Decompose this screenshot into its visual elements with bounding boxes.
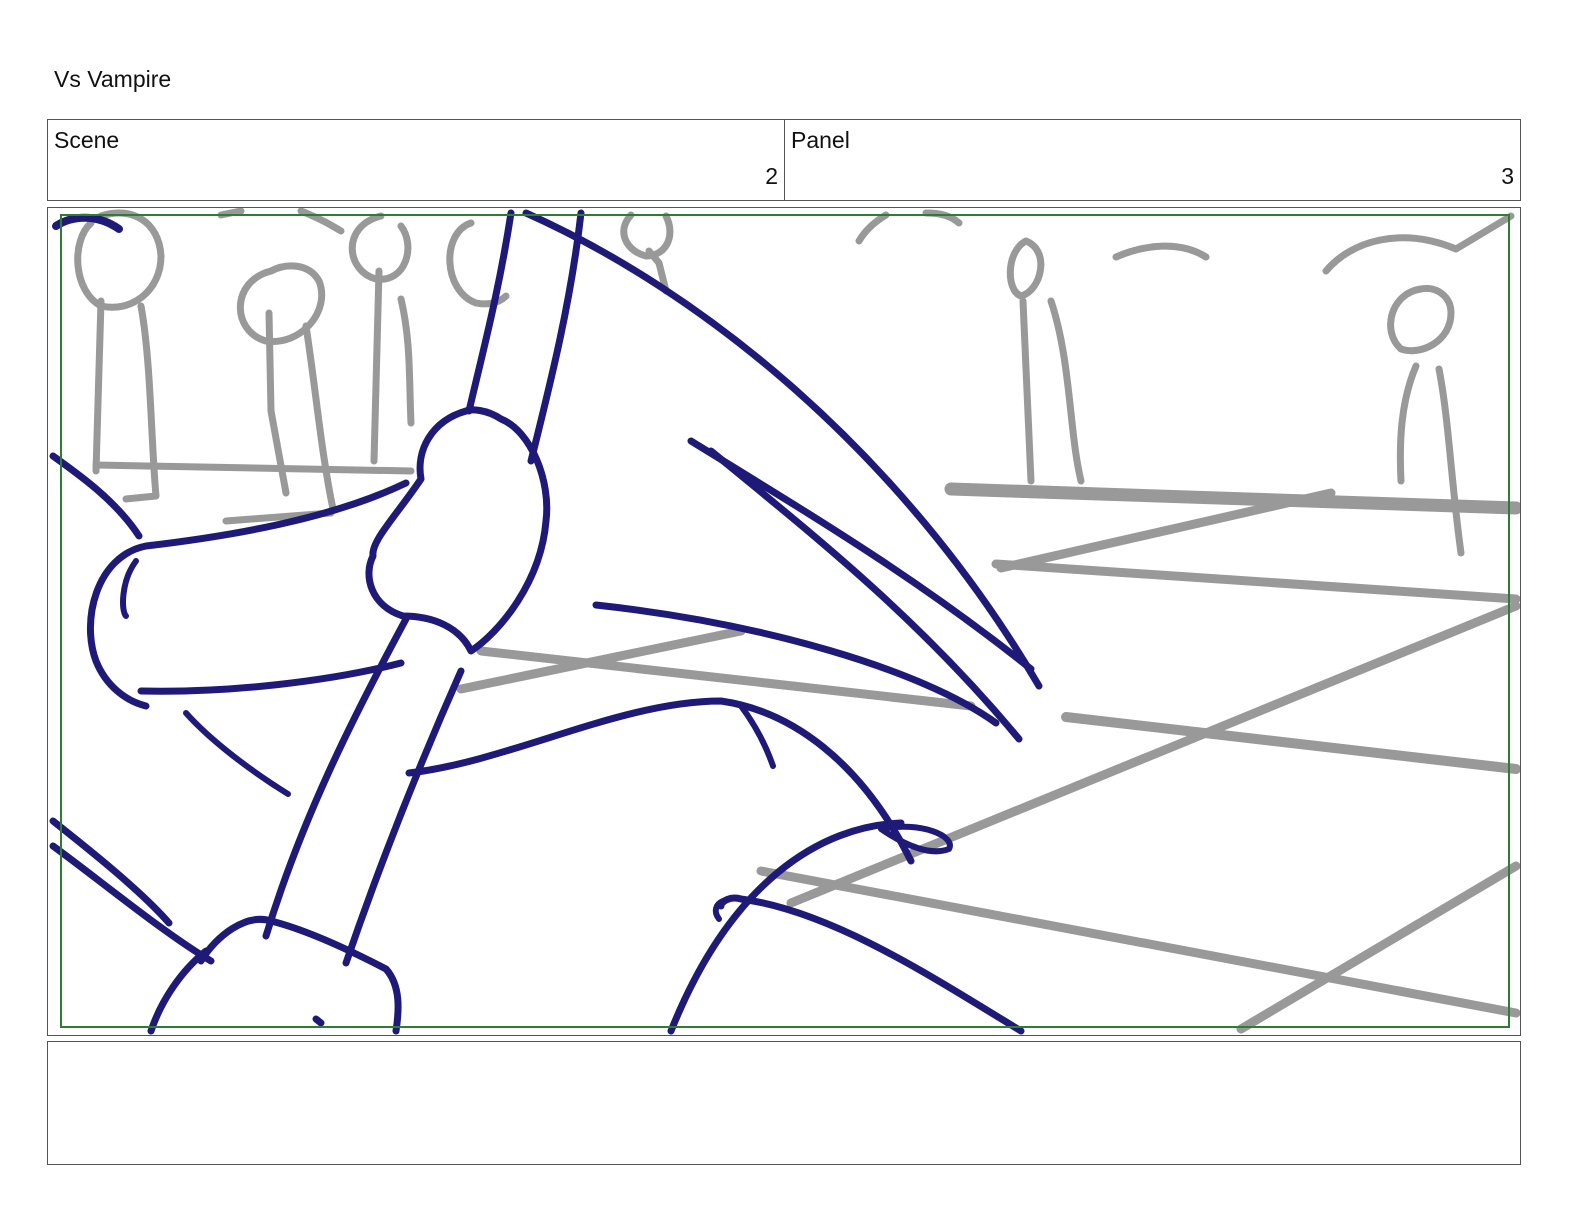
panel-cell: Panel 3 <box>785 120 1520 200</box>
background-sketch <box>74 208 1520 1034</box>
panel-number[interactable]: 3 <box>1501 163 1514 190</box>
foreground-sketch <box>49 209 1043 1035</box>
scene-number[interactable]: 2 <box>765 163 778 190</box>
scene-label: Scene <box>54 127 120 153</box>
panel-label: Panel <box>791 127 850 153</box>
scene-cell: Scene 2 <box>48 120 785 200</box>
storyboard-sketch <box>49 208 1520 1035</box>
panel-notes-box[interactable] <box>47 1041 1521 1165</box>
scene-panel-header: Scene 2 Panel 3 <box>47 119 1521 201</box>
storyboard-panel-image[interactable] <box>47 207 1521 1036</box>
document-title: Vs Vampire <box>54 66 172 92</box>
